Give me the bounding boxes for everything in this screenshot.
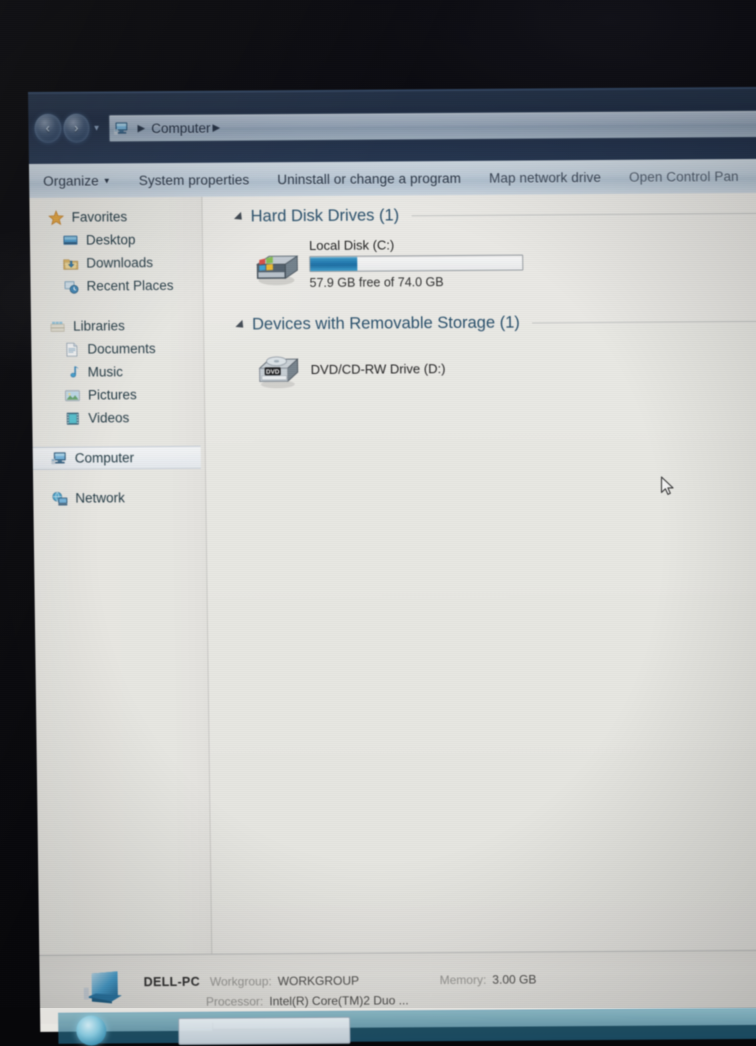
sidebar-item-pictures[interactable]: Pictures: [32, 383, 204, 407]
videos-filmstrip-icon: [64, 410, 81, 426]
drive-name-label: Local Disk (C:): [309, 237, 523, 253]
sidebar-item-pictures-label: Pictures: [88, 387, 137, 402]
sidebar-item-downloads-label: Downloads: [86, 255, 153, 270]
sidebar-spacer-3: [33, 469, 205, 487]
disk-usage-fill: [310, 257, 357, 271]
hard-disk-drives-group-label: Hard Disk Drives (1): [251, 206, 400, 226]
memory-label: Memory:: [440, 973, 487, 987]
sidebar-item-network-label: Network: [75, 490, 125, 505]
group-divider-line: [411, 212, 756, 216]
pictures-icon: [64, 387, 81, 403]
memory-value: 3.00 GB: [492, 972, 536, 986]
breadcrumb-trailing-separator-icon[interactable]: ▶: [212, 122, 220, 133]
removable-storage-group-label: Devices with Removable Storage (1): [252, 313, 520, 334]
arrow-cursor: [660, 476, 676, 498]
back-button[interactable]: ‹: [34, 113, 61, 142]
collapse-triangle-icon[interactable]: [235, 320, 246, 331]
collapse-triangle-icon[interactable]: [234, 212, 245, 223]
explorer-task-button[interactable]: [178, 1017, 350, 1045]
dvd-drive-icon: DVD: [252, 348, 303, 390]
downloads-folder-icon: [62, 255, 79, 271]
breadcrumb-separator-icon: ▶: [137, 123, 145, 134]
photographed-screen: ‹ › ▼ ▶ Computer ▶: [0, 0, 756, 1008]
recent-pages-dropdown-icon[interactable]: ▼: [92, 123, 100, 132]
organize-menu-button[interactable]: Organize ▼: [43, 173, 127, 189]
music-note-icon: [64, 364, 81, 380]
sidebar-item-documents[interactable]: Documents: [31, 337, 203, 361]
details-row-primary: DELL-PC Workgroup: WORKGROUP: [144, 974, 360, 990]
sidebar-item-network[interactable]: Network: [33, 486, 205, 510]
back-chevron-icon: ‹: [34, 121, 61, 134]
processor-label: Processor:: [206, 994, 264, 1008]
drive-item-local-disk-c[interactable]: Local Disk (C:) 57.9 GB free of 74.0 GB: [203, 233, 756, 291]
sidebar-item-videos[interactable]: Videos: [32, 406, 204, 430]
sidebar-item-computer-label: Computer: [75, 450, 134, 465]
dvd-badge-text: DVD: [266, 369, 280, 376]
address-bar[interactable]: ▶ Computer ▶: [108, 110, 756, 143]
navigation-pane: Favorites Desktop: [29, 197, 212, 1032]
navigation-buttons: ‹ › ▼: [34, 110, 100, 144]
sidebar-item-recent-places[interactable]: Recent Places: [30, 274, 202, 298]
sidebar-spacer: [31, 297, 203, 315]
window-title-glass: ‹ › ▼ ▶ Computer ▶: [28, 87, 756, 165]
explorer-window: ‹ › ▼ ▶ Computer ▶: [28, 87, 756, 1022]
computer-icon: [51, 450, 68, 466]
sidebar-spacer-2: [32, 429, 204, 447]
start-orb[interactable]: [76, 1015, 106, 1045]
sidebar-item-desktop-label: Desktop: [86, 232, 136, 247]
desktop-icon: [62, 232, 79, 248]
network-icon: [51, 490, 68, 506]
content-pane: Hard Disk Drives (1): [202, 193, 756, 1029]
taskbar: [58, 1007, 756, 1043]
recent-places-icon: [62, 278, 79, 294]
sidebar-item-music[interactable]: Music: [32, 360, 204, 384]
removable-storage-group-header[interactable]: Devices with Removable Storage (1): [204, 307, 756, 339]
uninstall-change-program-button[interactable]: Uninstall or change a program: [277, 170, 477, 186]
workgroup-label: Workgroup:: [210, 974, 272, 988]
open-control-panel-button[interactable]: Open Control Pan: [629, 168, 755, 184]
sidebar-group-favorites-label: Favorites: [72, 209, 128, 224]
sidebar-group-libraries-label: Libraries: [73, 318, 125, 333]
system-properties-button[interactable]: System properties: [139, 172, 266, 188]
computer-icon: [113, 121, 130, 136]
sidebar-item-documents-label: Documents: [87, 341, 155, 356]
sidebar-group-libraries[interactable]: Libraries: [31, 314, 203, 338]
sidebar-item-downloads[interactable]: Downloads: [30, 251, 202, 275]
sidebar-item-desktop[interactable]: Desktop: [30, 228, 202, 252]
libraries-icon: [49, 318, 66, 334]
sidebar-group-favorites[interactable]: Favorites: [29, 205, 201, 229]
computer-name-label: DELL-PC: [144, 975, 200, 989]
hard-disk-drives-group-header[interactable]: Hard Disk Drives (1): [202, 199, 756, 231]
disk-usage-bar: [309, 255, 523, 272]
hard-disk-icon: [251, 244, 302, 288]
workgroup-value: WORKGROUP: [278, 974, 360, 989]
sidebar-item-videos-label: Videos: [88, 410, 129, 425]
forward-chevron-icon: ›: [63, 121, 90, 134]
sidebar-item-music-label: Music: [88, 364, 123, 379]
forward-button[interactable]: ›: [63, 113, 90, 142]
organize-label: Organize: [43, 173, 99, 188]
window-body: Favorites Desktop: [29, 193, 756, 1024]
chevron-down-icon: ▼: [103, 176, 111, 185]
drive-free-space-label: 57.9 GB free of 74.0 GB: [309, 275, 523, 290]
optical-drive-name-label: DVD/CD-RW Drive (D:): [311, 361, 446, 377]
drive-meta: Local Disk (C:) 57.9 GB free of 74.0 GB: [309, 235, 524, 290]
breadcrumb[interactable]: Computer: [151, 120, 210, 135]
star-icon: [48, 209, 65, 225]
details-row-processor: Processor: Intel(R) Core(TM)2 Duo ...: [206, 993, 409, 1008]
computer-large-icon: [81, 969, 125, 1007]
sidebar-item-recent-places-label: Recent Places: [86, 278, 173, 294]
group-divider-line: [532, 320, 756, 323]
documents-icon: [63, 341, 80, 357]
processor-value: Intel(R) Core(TM)2 Duo ...: [269, 993, 409, 1008]
sidebar-item-computer[interactable]: Computer: [33, 446, 201, 470]
map-network-drive-button[interactable]: Map network drive: [489, 169, 617, 185]
details-row-memory: Memory: 3.00 GB: [440, 972, 537, 987]
drive-item-dvd-cd-rw-d[interactable]: DVD DVD/CD-RW Drive (D:): [204, 345, 756, 391]
